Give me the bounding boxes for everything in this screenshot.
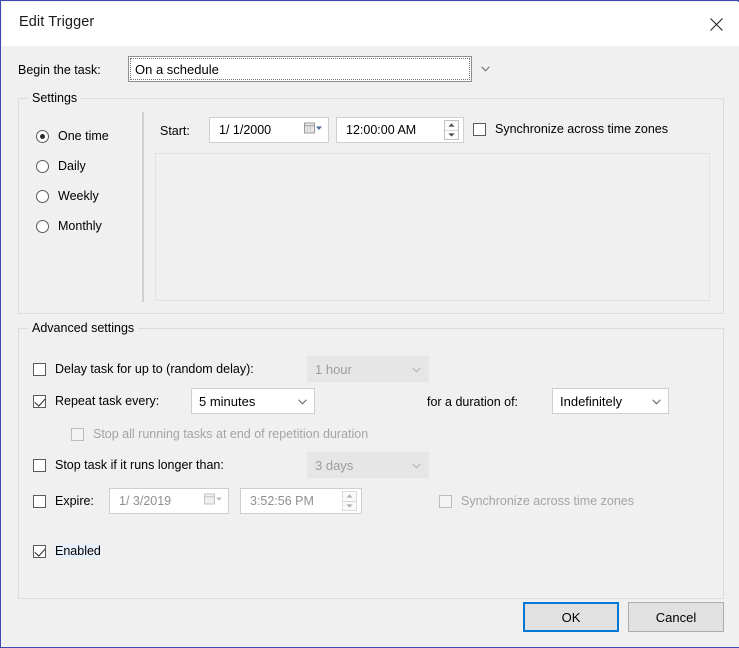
radio-label: Weekly xyxy=(58,189,99,203)
settings-divider xyxy=(142,112,144,302)
schedule-detail-panel xyxy=(155,153,710,301)
expire-time-value: 3:52:56 PM xyxy=(250,494,314,508)
chevron-down-icon xyxy=(652,394,661,408)
start-sync-timezones-checkbox[interactable]: Synchronize across time zones xyxy=(473,122,668,136)
checkbox-label: Stop all running tasks at end of repetit… xyxy=(93,427,368,441)
chevron-down-icon xyxy=(412,362,421,376)
duration-value: Indefinitely xyxy=(553,394,622,409)
radio-one-time[interactable]: One time xyxy=(36,129,109,143)
begin-task-value: On a schedule xyxy=(129,62,219,77)
checkbox-box xyxy=(33,495,46,508)
repeat-task-checkbox[interactable]: Repeat task every: xyxy=(33,394,159,408)
duration-dropdown[interactable]: Indefinitely xyxy=(552,388,669,414)
start-time-value: 12:00:00 AM xyxy=(346,123,416,137)
enabled-checkbox[interactable]: Enabled xyxy=(33,544,101,558)
chevron-down-icon xyxy=(298,394,307,408)
begin-task-dropdown-arrow[interactable] xyxy=(472,56,498,82)
repeat-interval-value: 5 minutes xyxy=(192,394,255,409)
checkbox-label: Synchronize across time zones xyxy=(461,494,634,508)
checkbox-box xyxy=(33,459,46,472)
checkbox-box xyxy=(33,395,46,408)
settings-group-label: Settings xyxy=(28,91,81,105)
ok-button-label: OK xyxy=(562,610,581,625)
chevron-down-icon xyxy=(481,66,490,72)
cancel-button[interactable]: Cancel xyxy=(628,602,724,632)
spinner-down[interactable] xyxy=(445,131,458,140)
stop-task-checkbox[interactable]: Stop task if it runs longer than: xyxy=(33,458,224,472)
start-label: Start: xyxy=(160,124,190,138)
radio-mark xyxy=(36,220,49,233)
delay-duration-value: 1 hour xyxy=(308,362,352,377)
checkbox-box xyxy=(71,428,84,441)
chevron-down-icon xyxy=(412,458,421,472)
spinner-updown-icon[interactable] xyxy=(444,120,459,140)
edit-trigger-dialog: Edit Trigger Begin the task: On a schedu… xyxy=(0,0,739,648)
advanced-settings-group-label: Advanced settings xyxy=(28,321,138,335)
stop-repetition-checkbox: Stop all running tasks at end of repetit… xyxy=(71,427,368,441)
checkbox-label: Enabled xyxy=(55,544,101,558)
begin-task-combobox[interactable]: On a schedule xyxy=(128,56,472,82)
checkbox-box xyxy=(439,495,452,508)
title-bar: Edit Trigger xyxy=(2,2,739,46)
duration-label: for a duration of: xyxy=(427,395,518,409)
checkbox-label: Expire: xyxy=(55,494,94,508)
checkbox-box xyxy=(33,545,46,558)
radio-label: Daily xyxy=(58,159,86,173)
stop-task-duration-value: 3 days xyxy=(308,458,353,473)
expire-date-value: 1/ 3/2019 xyxy=(119,494,171,508)
start-date-value: 1/ 1/2000 xyxy=(219,123,271,137)
repeat-interval-dropdown[interactable]: 5 minutes xyxy=(191,388,315,414)
spinner-down xyxy=(343,502,356,511)
radio-weekly[interactable]: Weekly xyxy=(36,189,99,203)
radio-monthly[interactable]: Monthly xyxy=(36,219,102,233)
checkbox-label: Stop task if it runs longer than: xyxy=(55,458,224,472)
checkbox-label: Delay task for up to (random delay): xyxy=(55,362,254,376)
radio-label: Monthly xyxy=(58,219,102,233)
radio-mark xyxy=(36,160,49,173)
delay-duration-dropdown: 1 hour xyxy=(307,356,429,382)
checkbox-label: Synchronize across time zones xyxy=(495,122,668,136)
delay-task-checkbox[interactable]: Delay task for up to (random delay): xyxy=(33,362,254,376)
start-time-field[interactable]: 12:00:00 AM xyxy=(336,117,464,143)
radio-label: One time xyxy=(58,129,109,143)
checkbox-box xyxy=(33,363,46,376)
checkbox-label: Repeat task every: xyxy=(55,394,159,408)
expire-time-field: 3:52:56 PM xyxy=(240,488,362,514)
checkbox-box xyxy=(473,123,486,136)
calendar-dropdown-icon xyxy=(204,494,222,509)
begin-task-label: Begin the task: xyxy=(18,63,101,77)
radio-mark xyxy=(36,130,49,143)
expire-sync-timezones-checkbox: Synchronize across time zones xyxy=(439,494,634,508)
calendar-dropdown-icon[interactable] xyxy=(304,123,322,138)
spinner-updown-icon xyxy=(342,491,357,511)
expire-checkbox[interactable]: Expire: xyxy=(33,494,94,508)
stop-task-duration-dropdown: 3 days xyxy=(307,452,429,478)
expire-date-field: 1/ 3/2019 xyxy=(109,488,229,514)
window-title: Edit Trigger xyxy=(19,14,94,30)
spinner-up[interactable] xyxy=(445,121,458,130)
dialog-body: Begin the task: On a schedule Settings O… xyxy=(2,46,739,647)
cancel-button-label: Cancel xyxy=(656,610,696,625)
ok-button[interactable]: OK xyxy=(523,602,619,632)
start-date-field[interactable]: 1/ 1/2000 xyxy=(209,117,329,143)
close-icon[interactable] xyxy=(693,2,739,46)
radio-mark xyxy=(36,190,49,203)
spinner-up xyxy=(343,492,356,501)
radio-daily[interactable]: Daily xyxy=(36,159,86,173)
